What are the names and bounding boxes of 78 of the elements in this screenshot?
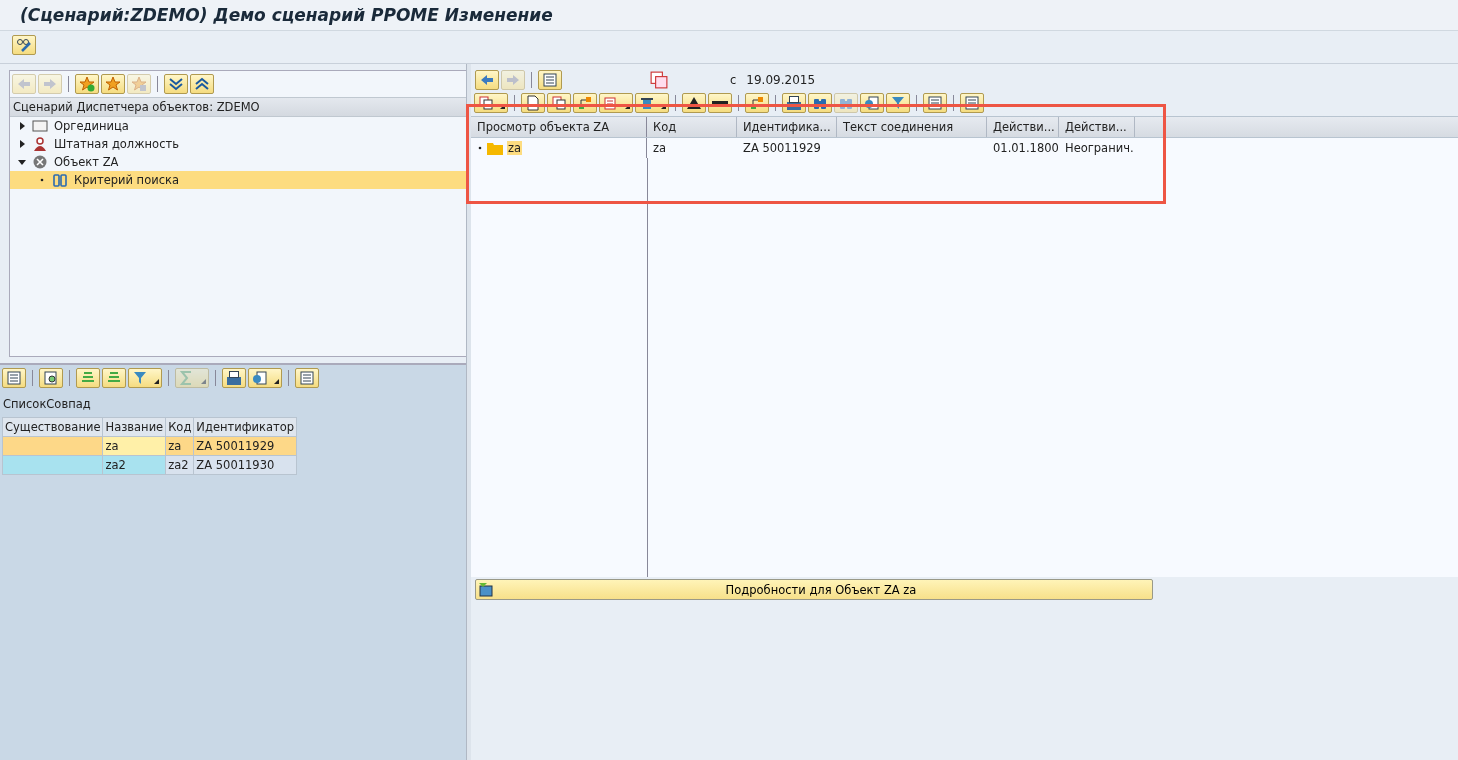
window-title: (Сценарий:ZDEMO) Демо сценарий PPOME Изменение [0, 0, 1458, 31]
tree-item-label: Оргединица [54, 119, 129, 133]
glasses-pen-icon [16, 37, 32, 53]
details-bar[interactable]: Подробности для Объект ZA za [475, 579, 1153, 600]
toolbar-button[interactable] [190, 74, 214, 94]
toolbar-button[interactable] [682, 93, 706, 113]
star-trash-icon [131, 76, 147, 92]
star-icon [105, 76, 121, 92]
tree-item[interactable]: Критерий поиска [10, 171, 466, 189]
tree-item-label: Критерий поиска [74, 173, 179, 187]
printer-icon [786, 95, 802, 111]
forward-arrow-icon [42, 76, 58, 92]
star-plus-icon [79, 76, 95, 92]
tree-item-label: Объект ZA [54, 155, 119, 169]
tree-item[interactable]: Оргединица [10, 117, 466, 135]
copy-icon [478, 95, 494, 111]
toolbar-button[interactable] [708, 93, 732, 113]
filter-icon [890, 95, 906, 111]
toolbar-button[interactable] [222, 368, 246, 388]
bullet-icon [38, 176, 46, 184]
person-icon [32, 136, 48, 152]
table-cell: za2 [103, 455, 166, 475]
hierarchy-icon [577, 95, 593, 111]
binoculars-icon [52, 172, 68, 188]
bar-icon [712, 101, 728, 105]
document-icon [603, 95, 619, 111]
column-header[interactable]: Действи... [987, 117, 1059, 137]
toolbar-button[interactable] [635, 93, 669, 113]
table-cell: ZA 50011929 [193, 436, 297, 456]
triangle-right-icon[interactable] [18, 122, 26, 130]
tree-title: Сценарий Диспетчера объектов: ZDEMO [10, 97, 466, 117]
table-cell: za [165, 436, 194, 456]
back-arrow-icon [16, 76, 32, 92]
rectangle-icon [32, 118, 48, 134]
tree-item[interactable]: Штатная должность [10, 135, 466, 153]
bullet-icon [477, 145, 483, 151]
column-header[interactable]: Идентифика... [737, 117, 837, 137]
hit-list-title: СписокСовпад [2, 396, 92, 413]
triangle-up-icon [686, 95, 702, 111]
table-icon [299, 370, 315, 386]
tree-item-label: Штатная должность [54, 137, 179, 151]
copy-icon [551, 95, 567, 111]
column-header[interactable]: Идентификатор [193, 417, 297, 437]
toolbar-button[interactable] [782, 93, 806, 113]
printer-icon [226, 370, 242, 386]
page-icon [525, 95, 541, 111]
column-header[interactable]: Просмотр объекта ZA [471, 117, 647, 137]
table-cell: ZA 50011929 [743, 141, 821, 155]
trash-icon [639, 95, 655, 111]
toolbar-button[interactable] [39, 368, 63, 388]
list-icon [6, 370, 22, 386]
list-icon [542, 72, 558, 88]
column-header[interactable]: Код [165, 417, 194, 437]
triangle-down-icon[interactable] [18, 158, 26, 166]
double-chevron-up-icon [194, 76, 210, 92]
magnifier-document-icon [43, 370, 59, 386]
document-icon [864, 95, 880, 111]
toolbar-button[interactable] [164, 74, 188, 94]
period-label: с [730, 73, 737, 87]
period-date: 19.09.2015 [746, 73, 816, 87]
document-icon [252, 370, 268, 386]
triangle-right-icon[interactable] [18, 140, 26, 148]
filter-icon [132, 370, 148, 386]
column-header[interactable]: Код [647, 117, 737, 137]
back-arrow-icon [479, 72, 495, 88]
double-chevron-down-icon [168, 76, 184, 92]
column-header[interactable]: Действи... [1059, 117, 1135, 137]
tree-item[interactable]: Объект ZA [10, 153, 466, 171]
hierarchy-icon [749, 95, 765, 111]
column-header[interactable]: Название [103, 417, 166, 437]
object-name[interactable]: za [507, 141, 523, 155]
table-cell: Неогранич. [1065, 141, 1134, 155]
table-cell: 01.01.1800 [993, 141, 1059, 155]
column-header[interactable]: Текст соединения [837, 117, 987, 137]
circle-x-icon [32, 154, 48, 170]
table-cell: za [653, 141, 667, 155]
column-header[interactable]: Существование [2, 417, 103, 437]
forward-arrow-icon [505, 72, 521, 88]
